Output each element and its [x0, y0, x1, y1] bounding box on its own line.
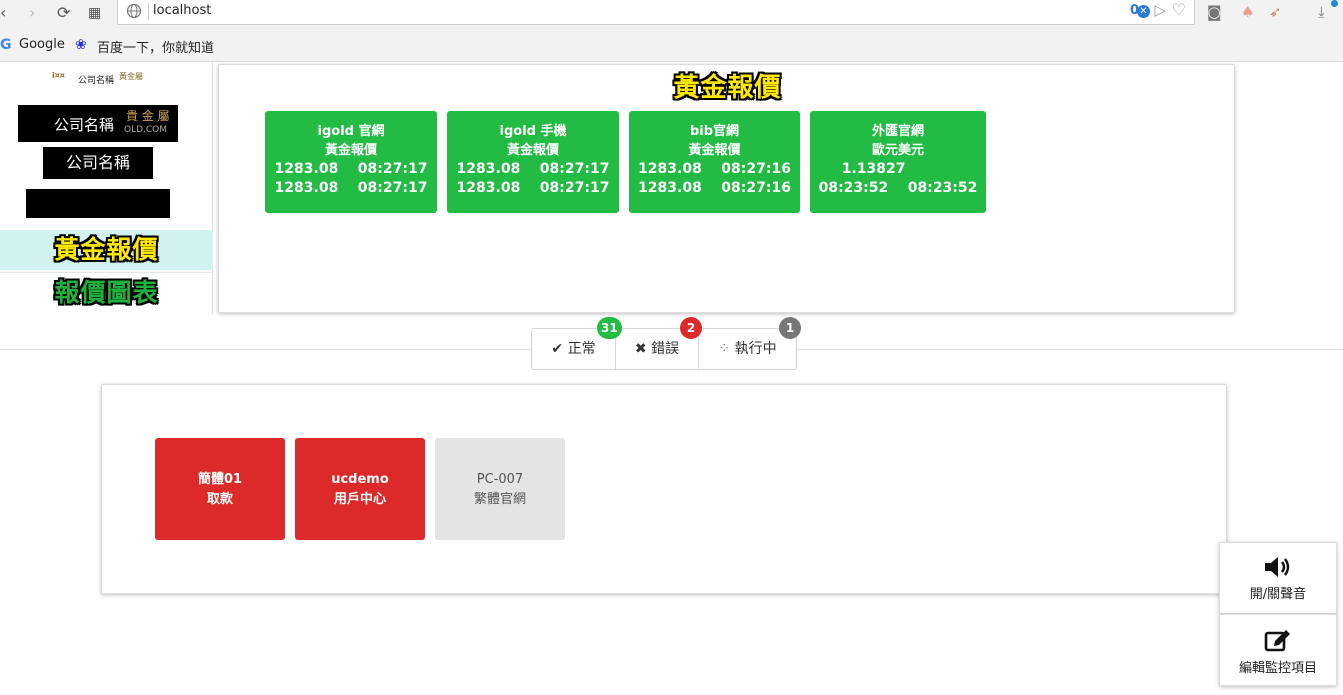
company-logo-1[interactable]: i¤¤ 公司名稱 黃金屬	[52, 70, 157, 96]
quote-row: 1283.08 08:27:17	[456, 161, 610, 177]
quote-row: 1283.08 08:27:17	[456, 180, 610, 196]
quote-card[interactable]: igold 官網 黃金報價 1283.08 08:27:17 1283.08 0…	[265, 111, 437, 213]
quote-type: 黃金報價	[688, 143, 741, 158]
bookmark-baidu[interactable]: 百度一下，你就知道	[97, 37, 214, 56]
baidu-paw-icon: ❀	[75, 37, 87, 53]
nav-quote-chart[interactable]: 報價圖表	[0, 272, 213, 312]
download-icon[interactable]: ⤓	[1318, 3, 1325, 21]
quote-row: 1.13827	[841, 161, 955, 177]
bookmarks-bar: G Google ❀ 百度一下，你就知道	[0, 30, 1343, 62]
quote-source: igold 手機	[499, 124, 567, 139]
url-divider	[148, 3, 149, 20]
toggle-sound-button[interactable]: 開/關聲音	[1219, 542, 1337, 614]
cross-icon: ✖	[634, 341, 647, 357]
quote-type: 黃金報價	[506, 143, 559, 158]
logo-1-name: 公司名稱	[78, 76, 115, 86]
monitor-panel: 簡體01 取款 ucdemo 用戶中心 PC-007 繁體官網	[101, 384, 1227, 594]
browser-toolbar: ‹ › ⟳ ▦ localhost 0 ✕ ▷ ♡ ◙ ♠ ➶ ⤓	[0, 0, 1343, 30]
count-badge-error: 2	[680, 317, 702, 339]
logo-2-name: 公司名稱	[54, 116, 115, 134]
quote-card[interactable]: bib官網 黃金報價 1283.08 08:27:16 1283.08 08:2…	[629, 111, 800, 213]
check-icon: ✔	[551, 341, 564, 357]
nav-gold-quotes[interactable]: 黃金報價	[0, 230, 213, 270]
logo-1-extra: 黃金屬	[119, 72, 143, 81]
monitor-card[interactable]: ucdemo 用戶中心	[295, 438, 425, 540]
monitor-name: 簡體01	[197, 472, 243, 487]
quote-panel-title: 黃金報價	[673, 73, 782, 103]
extension-icon[interactable]: ♠	[1241, 3, 1254, 21]
edit-monitor-label: 編輯監控項目	[1238, 661, 1317, 676]
logo-3-name: 公司名稱	[65, 153, 130, 172]
tab-normal-label: 正常	[567, 341, 596, 357]
quote-row: 1283.08 08:27:17	[274, 161, 428, 177]
apps-grid-icon[interactable]: ▦	[88, 3, 101, 23]
quote-type: 歐元美元	[871, 143, 924, 158]
favorite-heart-icon[interactable]: ♡	[1172, 0, 1186, 19]
swift-extension-icon[interactable]: ➶	[1269, 3, 1282, 21]
camera-icon[interactable]: ◙	[1207, 3, 1222, 21]
monitor-name: PC-007	[476, 472, 524, 487]
download-badge	[1331, 0, 1338, 7]
tab-running-label: 執行中	[734, 341, 777, 357]
reload-icon[interactable]: ⟳	[57, 3, 70, 23]
google-icon: G	[0, 37, 12, 53]
forward-icon[interactable]: ›	[29, 3, 35, 23]
quote-row: 1283.08 08:27:17	[274, 180, 428, 196]
monitor-desc: 繁體官網	[473, 492, 526, 507]
quote-row: 1283.08 08:27:16	[638, 180, 791, 196]
quote-row: 08:23:52 08:23:52	[818, 180, 978, 196]
status-filter-group: ✔ 正常 ✖ 錯誤 ⁘ 執行中	[531, 328, 797, 370]
logo-2-extra: 貴 金 屬	[126, 109, 170, 123]
monitor-card[interactable]: PC-007 繁體官網	[435, 438, 565, 540]
quote-source: 外匯官網	[871, 124, 924, 139]
edit-icon	[1264, 630, 1290, 652]
monitor-desc: 用戶中心	[333, 492, 386, 507]
globe-icon	[126, 3, 142, 19]
quote-panel: 黃金報價 igold 官網 黃金報價 1283.08 08:27:17 1283…	[218, 64, 1235, 313]
quote-card[interactable]: 外匯官網 歐元美元 1.13827 08:23:52 08:23:52	[810, 111, 986, 213]
edit-monitor-button[interactable]: 編輯監控項目	[1219, 614, 1337, 686]
address-bar[interactable]: localhost 0 ✕ ▷ ♡	[117, 0, 1195, 25]
quote-type: 黃金報價	[324, 143, 377, 158]
count-badge-normal: 31	[597, 317, 622, 339]
company-logo-2[interactable]: 公司名稱 貴 金 屬 OLD.COM	[18, 105, 178, 142]
url-text[interactable]: localhost	[153, 3, 211, 18]
monitor-desc: 取款	[206, 492, 233, 507]
quote-source: igold 官網	[317, 124, 385, 139]
volume-icon	[1265, 557, 1290, 577]
count-badge-running: 1	[779, 317, 801, 339]
quote-row: 1283.08 08:27:16	[638, 161, 791, 177]
send-icon[interactable]: ▷	[1154, 1, 1166, 19]
quote-card[interactable]: igold 手機 黃金報價 1283.08 08:27:17 1283.08 0…	[447, 111, 619, 213]
spinner-icon: ⁘	[718, 341, 731, 357]
toggle-sound-label: 開/關聲音	[1249, 587, 1307, 602]
tab-error-label: 錯誤	[651, 341, 680, 357]
quote-source: bib官網	[689, 124, 740, 139]
company-logo-3[interactable]: 公司名稱	[43, 147, 153, 179]
company-logo-4[interactable]	[26, 189, 170, 218]
bookmark-google[interactable]: Google	[19, 37, 65, 52]
sidebar: i¤¤ 公司名稱 黃金屬 公司名稱 貴 金 屬 OLD.COM 公司名稱 黃金報…	[0, 62, 213, 314]
adblock-icon[interactable]: ✕	[1137, 5, 1150, 18]
logo-2-sub: OLD.COM	[124, 125, 168, 135]
monitor-card[interactable]: 簡體01 取款	[155, 438, 285, 540]
back-icon[interactable]: ‹	[0, 3, 6, 23]
monitor-name: ucdemo	[331, 472, 389, 487]
